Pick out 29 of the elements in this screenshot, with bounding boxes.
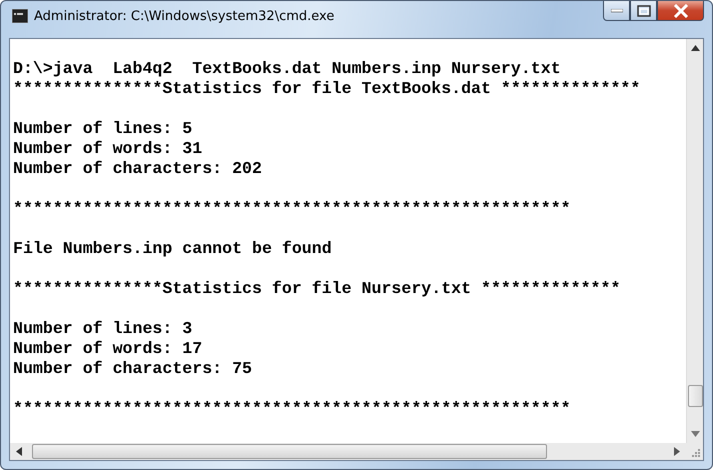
minimize-icon [610,8,622,12]
minimize-button[interactable] [603,1,630,21]
console-icon [12,9,28,23]
console-line: Number of characters: 75 [13,359,253,379]
console-line: Number of lines: 5 [13,119,194,139]
console-line: Number of characters: 202 [13,159,263,179]
scroll-thumb[interactable] [688,385,702,407]
console-line: Number of lines: 3 [13,319,194,339]
scroll-up-icon[interactable] [690,45,700,51]
window-title: Administrator: C:\Windows\system32\cmd.exe [34,8,334,24]
console-line: ***************Statistics for file TextBooks.dat ************** [13,79,642,99]
resize-grip-icon[interactable] [691,448,700,457]
console-line: Number of words: 31 [13,139,204,159]
maximize-button[interactable] [630,1,657,21]
close-button[interactable] [657,1,704,21]
console-line: File Numbers.inp cannot be found [13,239,333,259]
horizontal-scrollbar[interactable] [10,443,686,460]
scroll-thumb[interactable] [32,444,547,459]
close-icon [672,4,688,18]
scroll-left-icon[interactable] [16,447,22,456]
scroll-down-icon[interactable] [690,431,700,437]
maximize-icon [636,4,650,16]
console-line: Number of words: 17 [13,339,204,359]
vertical-scrollbar[interactable] [686,39,703,443]
scroll-right-icon[interactable] [674,447,680,456]
console-line: D:\>java Lab4q2 TextBooks.dat Numbers.inp Nursery.txt [13,59,562,79]
console-line: ***************Statistics for file Nursery.txt ************** [13,279,622,299]
console-line: ******************************************************** [13,199,572,219]
console-line: ******************************************************** [13,399,572,419]
